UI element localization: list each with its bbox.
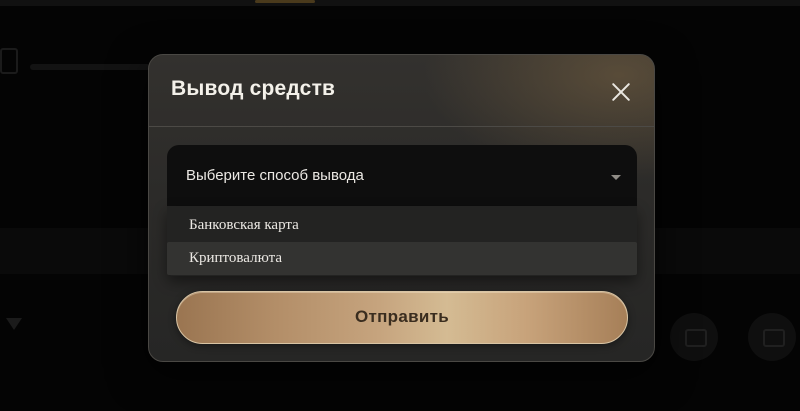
caret-down-icon [611, 175, 621, 180]
dropdown-option-bank-card[interactable]: Банковская карта [167, 209, 637, 242]
background-action-icon [685, 329, 707, 347]
background-filter-icon [6, 318, 22, 330]
withdraw-method-select[interactable]: Выберите способ вывода [167, 145, 637, 206]
background-logo-icon [0, 48, 18, 74]
select-value: Выберите способ вывода [186, 167, 364, 184]
withdraw-method-dropdown: Банковская карта Криптовалюта [167, 206, 637, 276]
background-table-header [0, 388, 800, 411]
background-action-button [748, 313, 796, 361]
submit-button[interactable]: Отправить [176, 291, 628, 344]
background-app-subtitle [30, 64, 150, 70]
close-icon[interactable] [607, 77, 635, 105]
modal-title: Вывод средств [171, 77, 336, 100]
background-active-tab-indicator [255, 0, 315, 3]
background-action-icon [763, 329, 785, 347]
background-topbar [0, 0, 800, 6]
background-action-button [670, 313, 718, 361]
withdraw-modal: Вывод средств Выберите способ вывода Бан… [148, 54, 655, 362]
submit-button-label: Отправить [354, 307, 450, 326]
modal-header-divider [149, 126, 654, 127]
dropdown-option-crypto[interactable]: Криптовалюта [167, 242, 637, 275]
page: Вывод средств Выберите способ вывода Бан… [0, 0, 800, 411]
